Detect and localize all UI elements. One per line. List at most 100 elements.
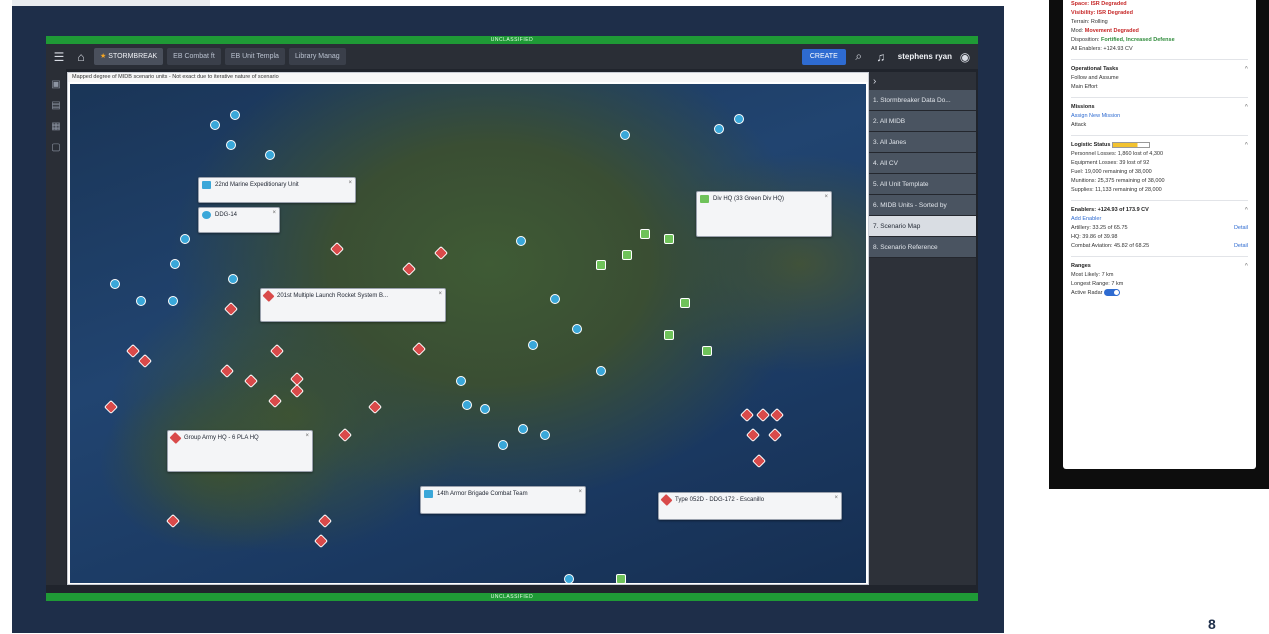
unit-callout[interactable]: Div HQ (33 Green Div HQ) × <box>696 191 832 237</box>
unit-marker[interactable] <box>616 574 626 584</box>
unit-marker[interactable] <box>596 260 606 270</box>
nav-item-selected[interactable]: 7. Scenario Map <box>869 216 976 237</box>
search-icon[interactable]: ⌕ <box>850 49 868 64</box>
unit-marker[interactable] <box>228 274 238 284</box>
unit-marker[interactable] <box>136 296 146 306</box>
unit-marker[interactable] <box>267 393 283 409</box>
close-icon[interactable]: × <box>348 178 352 188</box>
window-icon[interactable]: ▢ <box>46 142 66 153</box>
unit-marker[interactable] <box>769 407 785 423</box>
unit-marker[interactable] <box>170 259 180 269</box>
close-icon[interactable]: × <box>824 192 828 202</box>
unit-marker[interactable] <box>518 424 528 434</box>
menu-icon[interactable]: ☰ <box>50 50 68 64</box>
unit-marker[interactable] <box>550 294 560 304</box>
unit-marker[interactable] <box>313 533 329 549</box>
document-icon[interactable]: ▤ <box>46 100 66 111</box>
unit-marker[interactable] <box>745 427 761 443</box>
unit-marker[interactable] <box>751 453 767 469</box>
unit-marker[interactable] <box>680 298 690 308</box>
unit-callout[interactable]: DDG-14 × <box>198 207 280 233</box>
home-icon[interactable]: ⌂ <box>72 50 90 64</box>
close-icon[interactable]: × <box>272 208 276 218</box>
unit-marker[interactable] <box>103 399 119 415</box>
unit-marker[interactable] <box>714 124 724 134</box>
nav-item[interactable]: 6. MIDB Units - Sorted by <box>869 195 976 216</box>
nav-item[interactable]: 2. All MIDB <box>869 111 976 132</box>
unit-marker[interactable] <box>165 513 181 529</box>
unit-marker[interactable] <box>755 407 771 423</box>
unit-marker[interactable] <box>734 114 744 124</box>
unit-marker[interactable] <box>664 234 674 244</box>
unit-marker[interactable] <box>110 279 120 289</box>
unit-callout[interactable]: 201st Multiple Launch Rocket System B...… <box>260 288 446 322</box>
bell-icon[interactable]: ♫ <box>872 50 890 64</box>
unit-marker[interactable] <box>317 513 333 529</box>
detail-link[interactable]: Detail <box>1234 242 1248 251</box>
unit-marker[interactable] <box>401 261 417 277</box>
user-avatar-icon[interactable]: ◉ <box>956 50 974 64</box>
collapse-icon[interactable]: ^ <box>1245 141 1248 150</box>
unit-callout[interactable]: 14th Armor Brigade Combat Team × <box>420 486 586 514</box>
user-name[interactable]: stephens ryan <box>898 52 952 61</box>
unit-marker[interactable] <box>528 340 538 350</box>
active-radar-toggle[interactable] <box>1104 289 1121 297</box>
close-icon[interactable]: × <box>578 487 582 497</box>
unit-marker[interactable] <box>480 404 490 414</box>
collapse-icon[interactable]: ^ <box>1245 103 1248 112</box>
close-icon[interactable]: × <box>305 431 309 441</box>
collapse-icon[interactable]: ^ <box>1245 206 1248 215</box>
nav-item[interactable]: 3. All Janes <box>869 132 976 153</box>
grid-icon[interactable]: ▦ <box>46 121 66 132</box>
unit-marker[interactable] <box>702 346 712 356</box>
layers-icon[interactable]: ▣ <box>46 79 66 90</box>
unit-marker[interactable] <box>498 440 508 450</box>
unit-marker[interactable] <box>739 407 755 423</box>
nav-item[interactable]: 8. Scenario Reference <box>869 237 976 258</box>
unit-marker[interactable] <box>433 245 449 261</box>
unit-marker[interactable] <box>289 383 305 399</box>
collapse-icon[interactable]: ^ <box>1245 65 1248 74</box>
unit-marker[interactable] <box>210 120 220 130</box>
unit-marker[interactable] <box>125 343 141 359</box>
unit-marker[interactable] <box>269 343 285 359</box>
unit-marker[interactable] <box>456 376 466 386</box>
close-icon[interactable]: × <box>834 493 838 503</box>
unit-marker[interactable] <box>337 427 353 443</box>
unit-marker[interactable] <box>226 140 236 150</box>
unit-marker[interactable] <box>572 324 582 334</box>
unit-marker[interactable] <box>462 400 472 410</box>
unit-marker[interactable] <box>219 363 235 379</box>
unit-marker[interactable] <box>243 373 259 389</box>
unit-marker[interactable] <box>596 366 606 376</box>
unit-marker[interactable] <box>622 250 632 260</box>
collapse-icon[interactable]: ^ <box>1245 262 1248 271</box>
nav-item[interactable]: 1. Stormbreaker Data Do... <box>869 90 976 111</box>
unit-marker[interactable] <box>329 241 345 257</box>
nav-item[interactable]: 4. All CV <box>869 153 976 174</box>
unit-marker[interactable] <box>223 301 239 317</box>
unit-marker[interactable] <box>664 330 674 340</box>
unit-marker[interactable] <box>767 427 783 443</box>
create-button[interactable]: CREATE <box>801 48 846 65</box>
unit-marker[interactable] <box>137 353 153 369</box>
unit-marker[interactable] <box>180 234 190 244</box>
unit-marker[interactable] <box>367 399 383 415</box>
unit-marker[interactable] <box>640 229 650 239</box>
unit-callout[interactable]: 22nd Marine Expeditionary Unit × <box>198 177 356 203</box>
unit-callout[interactable]: Type 052D - DDG-172 - Escanillo × <box>658 492 842 520</box>
unit-callout[interactable]: Group Army HQ - 6 PLA HQ × <box>167 430 313 472</box>
tab-combat[interactable]: EB Combat ft <box>167 48 221 65</box>
unit-marker[interactable] <box>620 130 630 140</box>
chevron-right-icon[interactable]: › <box>869 72 976 90</box>
unit-marker[interactable] <box>411 341 427 357</box>
detail-link[interactable]: Detail <box>1234 224 1248 233</box>
close-icon[interactable]: × <box>438 289 442 299</box>
assign-mission-button[interactable]: Assign New Mission <box>1071 112 1248 121</box>
tab-stormbreak[interactable]: ★ STORMBREAK <box>94 48 164 65</box>
unit-marker[interactable] <box>516 236 526 246</box>
unit-marker[interactable] <box>564 574 574 584</box>
scenario-map[interactable]: 22nd Marine Expeditionary Unit × DDG-14 … <box>70 84 866 584</box>
unit-marker[interactable] <box>168 296 178 306</box>
unit-marker[interactable] <box>540 430 550 440</box>
